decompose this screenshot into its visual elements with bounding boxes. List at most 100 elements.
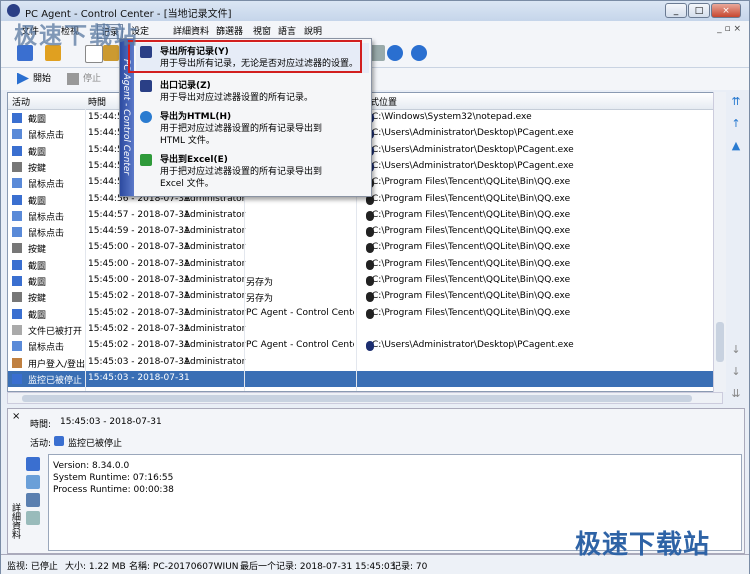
col-activity[interactable]: 活动 (12, 95, 30, 108)
cell-path: C:\Program Files\Tencent\QQLite\Bin\QQ.e… (372, 258, 571, 269)
cell-user: Administrator (184, 226, 246, 237)
col-sep (85, 109, 86, 391)
cell-time: 15:45:00 - 2018-07-31 (88, 258, 190, 269)
up-icon[interactable]: ▲ (730, 140, 742, 152)
help-icon[interactable] (387, 45, 403, 61)
first-record-icon[interactable]: ⇈ (730, 96, 742, 108)
watermark-logo: 极速下载站 (14, 23, 139, 49)
capture-icon (12, 145, 22, 156)
cell-user: Administrator (184, 291, 246, 302)
watermark-logo-bottom: 极速下载站 (575, 530, 711, 560)
scroll-thumb[interactable] (716, 322, 724, 362)
cell-activity: 截圖 (28, 196, 47, 207)
menu-export-html[interactable]: 导出为HTML(H) 用于把对应过滤器设置的所有记录导出到 HTML 文件。 (136, 108, 369, 148)
vertical-scrollbar[interactable] (713, 92, 726, 392)
info-icon[interactable] (411, 45, 427, 61)
app-icon (366, 227, 374, 238)
capture-icon (12, 276, 22, 286)
menu-details[interactable]: 詳細資料 (173, 24, 209, 37)
detail-version: Version: 8.34.0.0 (53, 461, 130, 471)
cell-time: 15:45:02 - 2018-07-31 (88, 340, 190, 351)
menu-window[interactable]: 視窗 (253, 24, 271, 37)
cell-path: C:\Program Files\Tencent\QQLite\Bin\QQ.e… (372, 242, 571, 253)
menu-export-records[interactable]: 出口记录(Z) 用于导出对应过滤器设置的所有记录。 (136, 77, 369, 107)
table-row[interactable]: 鼠标点击 15:44:59 - 2018-07-31 Administrator C:… (8, 224, 722, 240)
cell-user: Administrator (184, 242, 246, 253)
menu-language[interactable]: 語言 (278, 24, 296, 37)
copy-icon[interactable] (26, 493, 40, 507)
mdi-controls[interactable]: _ ▫ × (717, 24, 741, 34)
cell-path: C:\Program Files\Tencent\QQLite\Bin\QQ.e… (372, 226, 571, 237)
item-desc-2: Excel 文件。 (160, 179, 214, 189)
table-row[interactable]: 文件已被打开 15:45:02 - 2018-07-31 Administrator (8, 322, 722, 338)
document-icon[interactable] (26, 511, 40, 525)
hscroll-thumb[interactable] (22, 395, 692, 402)
cell-time: 15:45:03 - 2018-07-31 (88, 372, 190, 383)
cell-title: 另存为 (246, 294, 274, 305)
cell-activity: 按鍵 (28, 294, 47, 305)
table-row[interactable]: 监控已被停止 15:45:03 - 2018-07-31 (8, 370, 722, 387)
cell-activity: 鼠标点击 (28, 229, 65, 240)
cell-activity: 截圖 (28, 310, 47, 321)
col-time[interactable]: 時間 (88, 95, 106, 108)
app-icon (366, 292, 374, 303)
table-row[interactable]: 按鍵 15:45:02 - 2018-07-31 Administrator 另存为 C… (8, 289, 722, 305)
table-row[interactable]: 截圖 15:45:02 - 2018-07-31 Administrator PC A… (8, 306, 722, 322)
cell-user: Administrator (184, 258, 246, 269)
file-icon (12, 324, 22, 335)
export-records-icon (140, 80, 152, 92)
menu-export-excel[interactable]: 导出到Excel(E) 用于把对应过滤器设置的所有记录导出到 Excel 文件。 (136, 151, 369, 191)
last-record-icon[interactable]: ⇊ (730, 388, 742, 400)
cell-activity: 截圖 (28, 278, 47, 288)
status-name: 名稱: PC-20170607WIUN (129, 562, 239, 572)
stop-button[interactable]: 停止 (67, 71, 101, 87)
cell-time: 15:45:02 - 2018-07-31 (88, 291, 190, 302)
save-icon[interactable] (26, 457, 40, 471)
cell-path: C:\Program Files\Tencent\QQLite\Bin\QQ.e… (372, 209, 571, 220)
cell-activity: 按鍵 (28, 245, 47, 256)
mouse-icon (12, 227, 22, 238)
stop-label: 停止 (83, 74, 102, 84)
start-button[interactable]: 開始 (17, 71, 51, 87)
page-up-icon[interactable]: ↑ (730, 118, 742, 130)
key-icon (12, 161, 22, 172)
cell-user: Administrator (184, 356, 246, 367)
cell-path: C:\Program Files\Tencent\QQLite\Bin\QQ.e… (372, 307, 571, 318)
table-row[interactable]: 鼠标点击 15:44:57 - 2018-07-31 Administrator C:… (8, 208, 722, 224)
horizontal-scrollbar[interactable] (7, 392, 723, 404)
menu-help[interactable]: 說明 (304, 24, 322, 37)
stop-status-icon (54, 436, 64, 446)
capture-icon (12, 259, 22, 270)
item-desc-2: HTML 文件。 (160, 136, 215, 146)
stop-icon (12, 373, 22, 384)
cell-time: 15:44:57 - 2018-07-31 (88, 209, 190, 220)
navigation-arrows: ⇈ ↑ ▲ ↓ ↓ ⇊ (728, 92, 746, 412)
page-down-icon[interactable]: ↓ (730, 366, 742, 378)
col-location[interactable]: 式位置 (370, 95, 397, 108)
close-button[interactable]: × (711, 3, 741, 18)
app-icon (366, 259, 374, 270)
cell-activity: 监控已被停止 (28, 375, 83, 386)
zoom-icon[interactable] (26, 475, 40, 489)
down-icon[interactable]: ↓ (730, 344, 742, 356)
cell-title: PC Agent - Control Center (246, 340, 354, 351)
menu-filters[interactable]: 篩選器 (216, 24, 243, 37)
minimize-button[interactable]: _ (665, 3, 687, 18)
maximize-button[interactable]: □ (688, 3, 710, 18)
table-row[interactable]: 截圖 15:45:00 - 2018-07-31 Administrator C:\P… (8, 257, 722, 273)
app-icon (366, 308, 374, 319)
strip-label: PC Agent - Control Center (121, 59, 131, 176)
table-row[interactable]: 按鍵 15:45:00 - 2018-07-31 Administrator C:\P… (8, 240, 722, 256)
cell-activity: 截圖 (28, 147, 47, 158)
key-icon (12, 243, 22, 254)
details-tab[interactable]: 詳細資料 (10, 503, 22, 539)
play-icon (17, 72, 29, 85)
cell-title: PC Agent - Control Center (246, 307, 354, 318)
capture-icon (12, 113, 22, 123)
table-row[interactable]: 截圖 15:45:00 - 2018-07-31 Administrator 另存为 C… (8, 273, 722, 289)
close-icon[interactable]: × (12, 411, 20, 422)
table-row[interactable]: 鼠标点击 15:45:02 - 2018-07-31 Administrator PC… (8, 338, 722, 354)
html-icon (140, 111, 152, 123)
table-row[interactable]: 用户登入/登出 15:45:03 - 2018-07-31 Administrato… (8, 355, 722, 371)
cell-path: C:\Users\Administrator\Desktop\PCagent.e… (372, 340, 574, 351)
